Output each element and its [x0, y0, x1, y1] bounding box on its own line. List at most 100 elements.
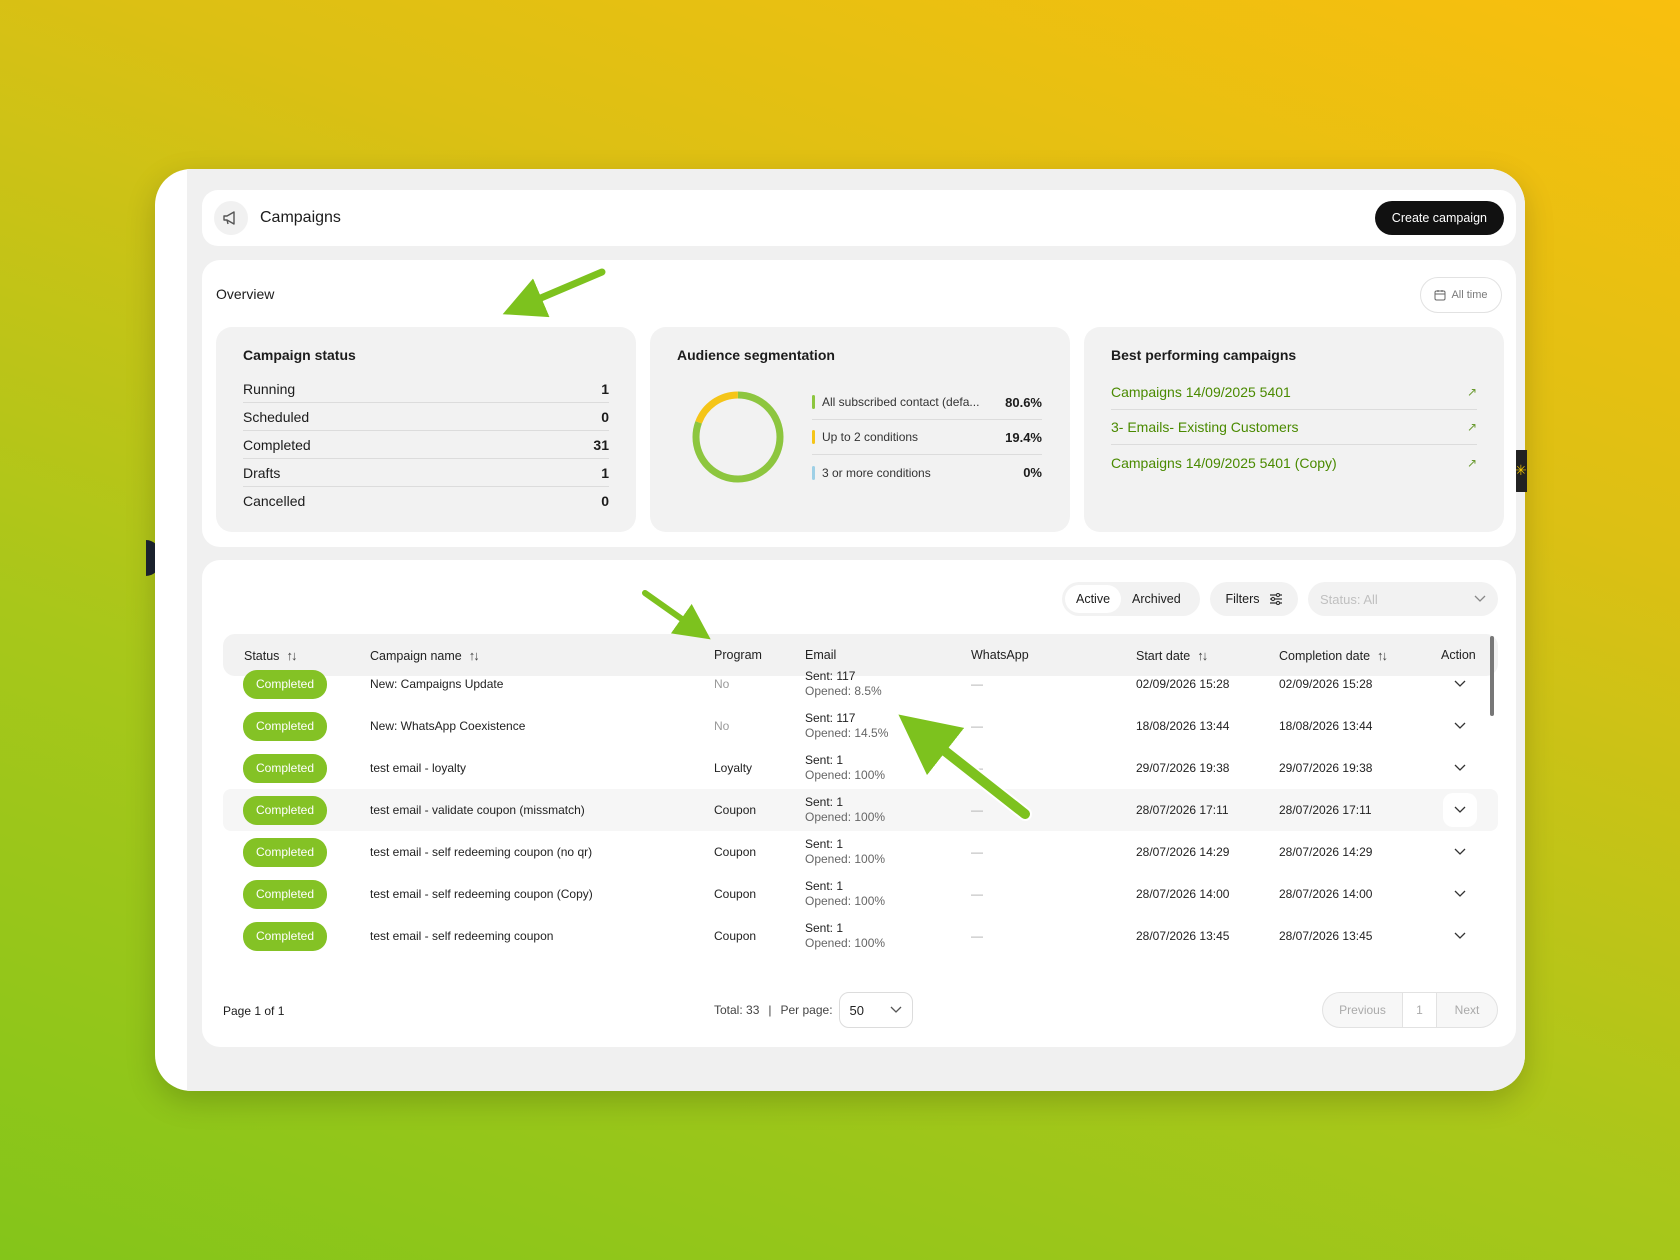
action-cell [1443, 663, 1477, 705]
campaign-status-title: Campaign status [243, 347, 356, 363]
start-date-cell: 28/07/2026 14:00 [1136, 887, 1230, 901]
email-opened: Opened: 100% [805, 894, 886, 908]
start-date-cell: 28/07/2026 17:11 [1136, 803, 1229, 817]
table-row[interactable]: Completed test email - self redeeming cou… [223, 915, 1498, 957]
status-badge: Completed [243, 921, 327, 951]
total-count: Total: 33 [714, 1003, 760, 1017]
best-campaigns-title: Best performing campaigns [1111, 347, 1297, 363]
start-date-cell: 29/07/2026 19:38 [1136, 761, 1230, 775]
date-range-button[interactable]: All time [1420, 277, 1502, 313]
best-campaigns-panel: Best performing campaigns Campaigns 14/0… [1084, 327, 1504, 532]
status-label: Scheduled [243, 408, 310, 425]
email-cell: Sent: 1 Opened: 100% [805, 789, 885, 831]
email-sent: Sent: 117 [805, 669, 856, 683]
table-row[interactable]: Completed test email - validate coupon (m… [223, 789, 1498, 831]
next-page-button[interactable]: Next [1437, 993, 1497, 1027]
table-row[interactable]: Completed test email - self redeeming cou… [223, 873, 1498, 915]
column-program: Program [714, 648, 762, 662]
status-cell: Completed [243, 663, 327, 705]
table-row[interactable]: Completed test email - loyalty Loyalty Sent… [223, 747, 1498, 789]
action-cell [1443, 873, 1477, 915]
column-status[interactable]: Status ↑↓ [244, 648, 297, 663]
best-campaign-link[interactable]: Campaigns 14/09/2025 5401 (Copy) ↗ [1111, 445, 1477, 480]
whatsapp-cell: — [971, 761, 983, 775]
row-expand-button[interactable] [1443, 877, 1477, 911]
row-expand-button[interactable] [1443, 751, 1477, 785]
segment-row: 3 or more conditions 0% [812, 455, 1042, 490]
per-page-select[interactable]: 50 [838, 992, 913, 1028]
filters-button[interactable]: Filters [1210, 582, 1298, 616]
email-cell: Sent: 117 Opened: 14.5% [805, 705, 888, 747]
row-expand-button[interactable] [1443, 919, 1477, 953]
best-campaign-link[interactable]: 3- Emails- Existing Customers ↗ [1111, 410, 1477, 445]
row-expand-button[interactable] [1443, 709, 1477, 743]
status-badge: Completed [243, 795, 327, 825]
program-cell: Coupon [714, 929, 757, 943]
campaigns-table-section: Active Archived Filters Status: All Stat… [202, 560, 1516, 1047]
segment-color-bar [812, 465, 815, 480]
best-campaign-label: Campaigns 14/09/2025 5401 (Copy) [1111, 454, 1337, 471]
row-expand-button[interactable] [1443, 793, 1477, 827]
status-badge: Completed [243, 753, 327, 783]
table-row[interactable]: Completed New: Campaigns Update No Sent: 11… [223, 663, 1498, 705]
row-expand-button[interactable] [1443, 835, 1477, 869]
status-filter-select[interactable]: Status: All [1308, 582, 1498, 616]
create-campaign-button[interactable]: Create campaign [1374, 201, 1504, 235]
column-whatsapp: WhatsApp [971, 648, 1029, 662]
campaign-name-cell[interactable]: test email - self redeeming coupon (Copy… [370, 873, 593, 915]
separator: | [768, 1003, 772, 1017]
campaign-name-cell[interactable]: test email - validate coupon (missmatch) [370, 789, 585, 831]
page-header: Campaigns Create campaign [202, 190, 1516, 246]
column-completion-date[interactable]: Completion date ↑↓ [1279, 648, 1388, 663]
campaign-name-cell[interactable]: test email - self redeeming coupon (no q… [370, 831, 592, 873]
table-row[interactable]: Completed test email - self redeeming cou… [223, 831, 1498, 873]
best-campaign-label: Campaigns 14/09/2025 5401 [1111, 384, 1291, 400]
status-row-completed: Completed 31 [243, 431, 609, 459]
status-cell: Completed [243, 747, 327, 789]
table-row[interactable]: Completed New: WhatsApp Coexistence No Sent… [223, 705, 1498, 747]
action-cell [1443, 789, 1477, 831]
program-cell: Loyalty [714, 761, 753, 775]
email-opened: Opened: 8.5% [805, 684, 882, 698]
row-expand-button[interactable] [1443, 667, 1477, 701]
completion-date-cell: 18/08/2026 13:44 [1279, 719, 1373, 733]
email-cell: Sent: 1 Opened: 100% [805, 873, 885, 915]
email-cell: Sent: 117 Opened: 8.5% [805, 663, 882, 705]
campaign-name-cell[interactable]: test email - self redeeming coupon [370, 915, 553, 957]
whatsapp-cell: — [971, 803, 983, 817]
pagination-summary: Total: 33 | Per page: 50 [714, 992, 913, 1028]
email-sent: Sent: 1 [805, 837, 844, 851]
chevron-down-icon [1454, 932, 1466, 939]
status-count: 0 [601, 493, 609, 509]
page-number-button[interactable]: 1 [1403, 993, 1437, 1027]
segment-label: Up to 2 conditions [822, 430, 919, 444]
status-badge: Completed [243, 711, 327, 741]
previous-page-button[interactable]: Previous [1323, 993, 1403, 1027]
chevron-down-icon [1454, 764, 1466, 771]
tab-active[interactable]: Active [1065, 585, 1122, 613]
completion-date-cell: 28/07/2026 14:00 [1279, 887, 1373, 901]
per-page-label: Per page: [780, 1003, 833, 1017]
completion-date-cell: 28/07/2026 14:29 [1279, 845, 1373, 859]
campaign-name-cell[interactable]: New: Campaigns Update [370, 663, 503, 705]
start-date-cell: 02/09/2026 15:28 [1136, 677, 1230, 691]
column-start-date[interactable]: Start date ↑↓ [1136, 648, 1208, 663]
status-label: Drafts [243, 464, 281, 481]
megaphone-icon [214, 201, 248, 235]
campaign-name-cell[interactable]: New: WhatsApp Coexistence [370, 705, 525, 747]
chevron-down-icon [1454, 680, 1466, 687]
email-sent: Sent: 1 [805, 753, 844, 767]
column-email-label: Email [805, 648, 837, 662]
tab-archived[interactable]: Archived [1121, 585, 1192, 613]
segment-color-bar [812, 395, 815, 409]
chevron-down-icon [1474, 595, 1486, 602]
best-campaign-link[interactable]: Campaigns 14/09/2025 5401 ↗ [1111, 375, 1477, 410]
column-start-label: Start date [1136, 648, 1191, 663]
column-campaign-name[interactable]: Campaign name ↑↓ [370, 648, 480, 663]
email-opened: Opened: 100% [805, 936, 886, 950]
campaign-name-cell[interactable]: test email - loyalty [370, 747, 466, 789]
email-sent: Sent: 1 [805, 921, 844, 935]
status-cell: Completed [243, 705, 327, 747]
overview-title: Overview [216, 286, 275, 302]
email-sent: Sent: 1 [805, 795, 844, 809]
